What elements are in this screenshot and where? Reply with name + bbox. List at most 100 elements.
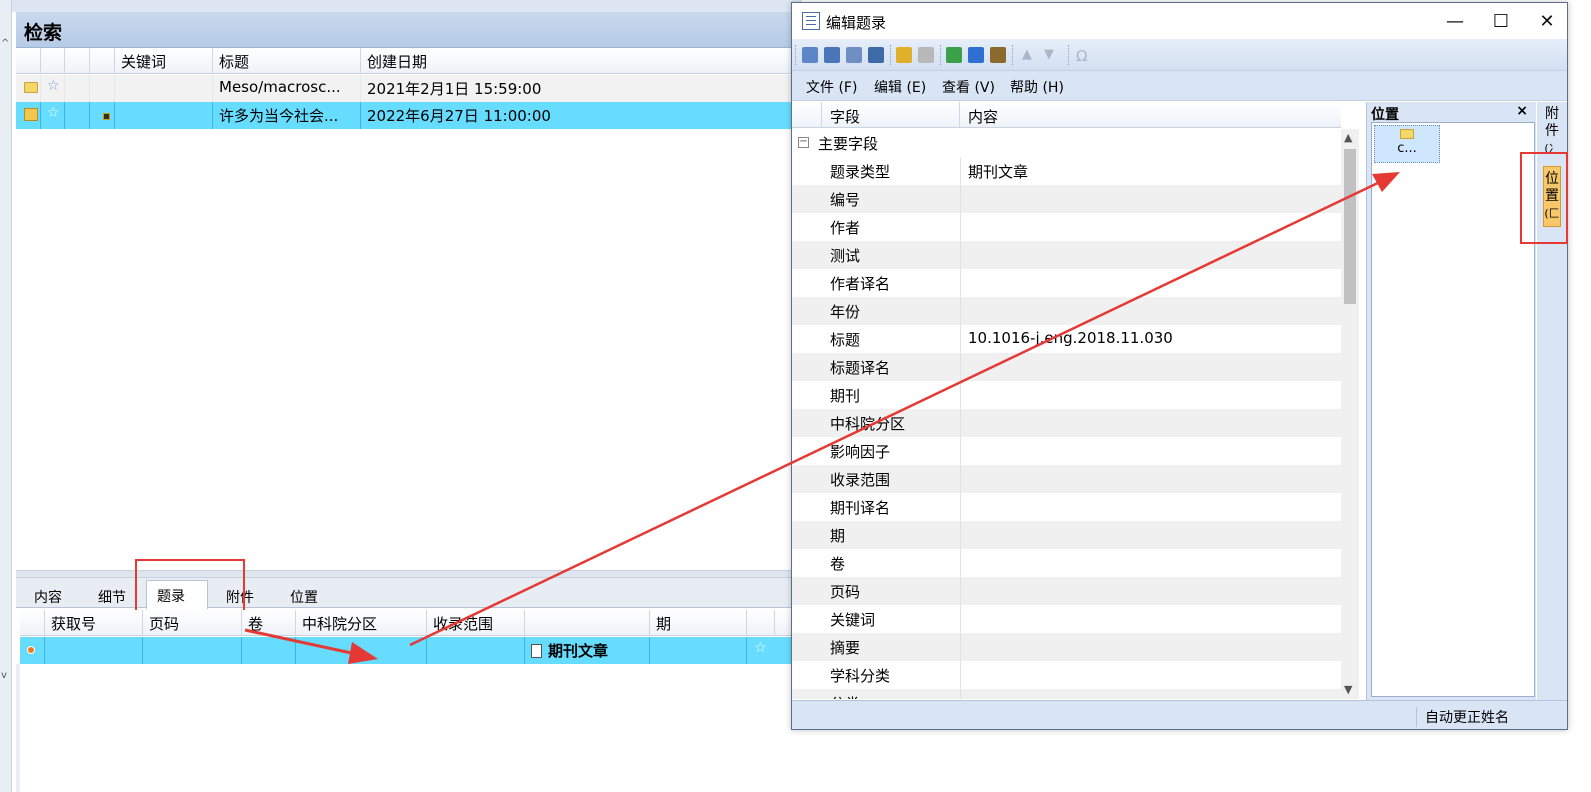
print-icon[interactable] — [868, 47, 884, 63]
dialog-toolbar: ▲ ▼ Ω — [792, 39, 1567, 71]
collapse-icon[interactable]: − — [798, 137, 809, 148]
auto-correct-name-status[interactable]: 自动更正姓名 — [1416, 707, 1509, 727]
field-row[interactable]: 页码 — [792, 577, 1341, 605]
omega-icon[interactable]: Ω — [1076, 47, 1092, 65]
panel-close-icon[interactable]: × — [1516, 103, 1528, 119]
left-rail: ^ v — [0, 0, 12, 792]
col-icon-2[interactable] — [41, 48, 65, 74]
edit-record-dialog: 编辑题录 — ☐ ✕ ▲ ▼ Ω 文件 (F) 编辑 (E) 查看 (V) 帮助… — [791, 2, 1568, 730]
menu-file[interactable]: 文件 (F) — [806, 77, 857, 97]
field-row[interactable]: 标题译名 — [792, 353, 1341, 381]
highlight-box-location-tab — [1520, 152, 1568, 244]
menu-view[interactable]: 查看 (V) — [942, 77, 995, 97]
expand-caret-icon[interactable]: v — [1, 670, 7, 681]
status-dot-icon — [27, 646, 35, 654]
field-row[interactable]: 作者译名 — [792, 269, 1341, 297]
record-row-selected[interactable]: 期刊文章 ☆ — [20, 637, 802, 664]
star-icon[interactable]: ☆ — [47, 78, 60, 94]
menu-edit[interactable]: 编辑 (E) — [874, 77, 926, 97]
search-row-selected[interactable]: ☆ 许多为当今社会... 2022年6月27日 11:00:00 — [16, 102, 802, 129]
position-item-label: c... — [1397, 141, 1417, 156]
dialog-title: 编辑题录 — [826, 14, 887, 32]
dialog-titlebar[interactable]: 编辑题录 — ☐ ✕ — [792, 3, 1567, 39]
new-record-icon[interactable] — [802, 47, 818, 63]
field-row[interactable]: 收录范围 — [792, 465, 1341, 493]
field-row[interactable]: 期刊 — [792, 381, 1341, 409]
move-down-icon[interactable]: ▼ — [1044, 47, 1060, 63]
field-row[interactable]: 卷 — [792, 549, 1341, 577]
col-icon-1[interactable] — [16, 48, 41, 74]
col-access-no[interactable]: 获取号 — [45, 610, 143, 636]
field-row[interactable]: 摘要 — [792, 633, 1341, 661]
search-row[interactable]: ☆ Meso/macrosc... 2021年2月1日 15:59:00 — [16, 75, 802, 102]
position-panel-title: 位置 — [1371, 107, 1399, 123]
format-icon[interactable] — [918, 47, 934, 63]
field-row[interactable]: 作者 — [792, 213, 1341, 241]
col-issue[interactable]: 期 — [650, 610, 747, 636]
maximize-button[interactable]: ☐ — [1478, 7, 1524, 37]
tab-details[interactable]: 细节 — [88, 584, 136, 608]
col-keyword[interactable]: 关键词 — [115, 48, 213, 74]
move-up-icon[interactable]: ▲ — [1022, 47, 1038, 63]
star-icon[interactable]: ☆ — [754, 640, 767, 656]
col-field[interactable]: 字段 — [822, 102, 960, 128]
field-row[interactable]: 期 — [792, 521, 1341, 549]
scroll-down-icon[interactable]: ▼ — [1344, 683, 1352, 696]
tab-content[interactable]: 内容 — [24, 584, 72, 608]
scroll-thumb[interactable] — [1344, 149, 1356, 304]
field-row[interactable]: 测试 — [792, 241, 1341, 269]
col-created[interactable]: 创建日期 — [361, 48, 802, 74]
minimize-button[interactable]: — — [1432, 7, 1478, 37]
col-icon-4[interactable] — [90, 48, 115, 74]
collapse-caret-icon[interactable]: ^ — [1, 38, 9, 49]
star-icon[interactable]: ☆ — [47, 105, 60, 121]
attachment-flag-icon — [103, 113, 110, 120]
field-row[interactable]: 编号 — [792, 185, 1341, 213]
scroll-up-icon[interactable]: ▲ — [1344, 131, 1352, 144]
field-row[interactable]: 题录类型 期刊文章 — [792, 157, 1341, 185]
document-icon — [531, 644, 542, 658]
folder-open-icon — [1400, 129, 1414, 139]
col-content[interactable]: 内容 — [960, 102, 1341, 128]
book-icon[interactable] — [990, 47, 1006, 63]
col-pages[interactable]: 页码 — [143, 610, 242, 636]
detail-tabbar: 内容 细节 题录 附件 位置 — [16, 578, 802, 609]
panel-splitter[interactable] — [16, 570, 802, 578]
clear-brush-icon[interactable] — [896, 47, 912, 63]
side-tab-attachments[interactable]: 附件 (冫 — [1543, 106, 1561, 157]
save-close-icon[interactable] — [846, 47, 862, 63]
field-row[interactable]: 关键词 — [792, 605, 1341, 633]
col-cas-zone[interactable]: 中科院分区 — [296, 610, 427, 636]
field-row[interactable]: 影响因子 — [792, 437, 1341, 465]
col-icon-3[interactable] — [65, 48, 90, 74]
dialog-statusbar: 自动更正姓名 — [792, 700, 1567, 729]
record-type-label: 期刊文章 — [548, 642, 609, 660]
tab-location[interactable]: 位置 — [280, 584, 328, 608]
close-button[interactable]: ✕ — [1524, 7, 1570, 37]
field-row[interactable]: 中科院分区 — [792, 409, 1341, 437]
expand-all-icon[interactable] — [946, 47, 962, 63]
field-scrollbar[interactable]: ▲ ▼ — [1341, 129, 1359, 699]
position-item[interactable]: c... — [1374, 125, 1440, 163]
field-row[interactable]: 标题 10.1016-j.eng.2018.11.030 — [792, 325, 1341, 353]
col-volume[interactable]: 卷 — [242, 610, 296, 636]
list-icon — [802, 12, 820, 30]
top-strip — [12, 0, 802, 12]
folder-open-icon — [24, 108, 38, 121]
row-created: 2021年2月1日 15:59:00 — [367, 80, 542, 98]
col-title[interactable]: 标题 — [213, 48, 361, 74]
row-keyword — [115, 75, 213, 102]
field-row[interactable]: 期刊译名 — [792, 493, 1341, 521]
search-grid-header: 关键词 标题 创建日期 — [16, 48, 802, 74]
col-type[interactable] — [525, 610, 650, 636]
col-index-scope[interactable]: 收录范围 — [427, 610, 525, 636]
field-row[interactable]: 学科分类 — [792, 661, 1341, 689]
field-row[interactable]: 年份 — [792, 297, 1341, 325]
pin-icon[interactable] — [968, 47, 984, 63]
field-group-main[interactable]: − 主要字段 — [792, 129, 1341, 157]
save-icon[interactable] — [824, 47, 840, 63]
field-row[interactable]: 分类 — [792, 689, 1341, 699]
lower-left-edge — [16, 664, 20, 792]
row-title: 许多为当今社会... — [213, 102, 361, 129]
menu-help[interactable]: 帮助 (H) — [1010, 77, 1064, 97]
